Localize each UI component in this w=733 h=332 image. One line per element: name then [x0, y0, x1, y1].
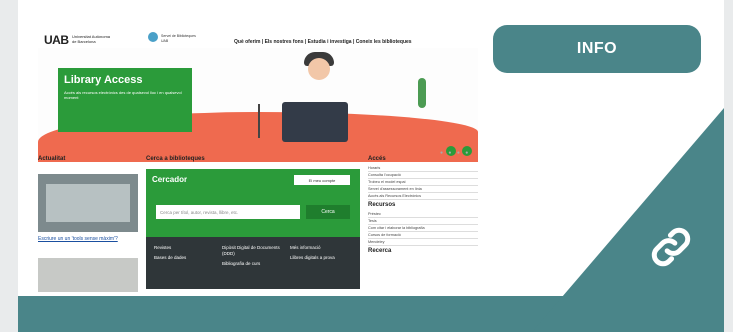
link-llibres-digitals[interactable]: Llibres digitals a prova	[290, 255, 354, 261]
search-links-bar: Revistes Bases de dades Dipòsit Digital …	[146, 237, 360, 289]
laptop-illustration	[282, 102, 348, 142]
search-input[interactable]: Cerca per títol, autor, revista, llibre,…	[156, 205, 300, 219]
corner-decoration	[532, 108, 724, 332]
uab-logo: UAB	[44, 33, 69, 47]
resources-title: Recursos	[368, 202, 396, 208]
hero-text: Accés als recursos electrònics des de qu…	[64, 90, 182, 100]
news-link[interactable]: Escriure un un 'tools sense màxim'?	[38, 236, 138, 242]
resources-item[interactable]: Com citar i elaborar la bibliografia	[368, 225, 478, 232]
link-mes-informacio[interactable]: Més informació	[290, 245, 354, 251]
account-button-label: El meu compte	[308, 177, 336, 183]
plant-illustration	[418, 78, 426, 108]
search-header: Cercador	[152, 175, 188, 184]
account-button[interactable]: El meu compte	[294, 175, 350, 185]
uab-logo-text: Universitat Autònoma de Barcelona	[72, 34, 111, 44]
access-item[interactable]: Trobeu el model espai	[368, 179, 478, 186]
news-title: Actualitat	[38, 156, 66, 162]
link-icon[interactable]	[648, 224, 694, 270]
search-button[interactable]: Cerca	[306, 205, 350, 219]
lamp-illustration	[258, 104, 260, 138]
access-title: Accés	[368, 156, 386, 162]
person-illustration	[308, 58, 330, 80]
news-image-2[interactable]	[38, 258, 138, 292]
access-item[interactable]: Servei d'assessorament en línia	[368, 186, 478, 193]
library-website-screenshot[interactable]: UAB Universitat Autònoma de Barcelona Se…	[38, 26, 478, 292]
library-logo-text: Servei de Biblioteques UAB	[161, 34, 196, 43]
link-revistes[interactable]: Revistes	[154, 245, 218, 251]
link-bases-de-dades[interactable]: Bases de dades	[154, 255, 218, 261]
search-section-title: Cerca a biblioteques	[146, 156, 205, 162]
search-panel: Cercador El meu compte Cerca per títol, …	[146, 169, 360, 289]
info-button[interactable]: INFO	[493, 25, 701, 73]
library-logo-icon	[148, 32, 158, 42]
info-button-label: INFO	[576, 40, 618, 57]
hero-title: Library Access	[64, 74, 143, 86]
access-item[interactable]: Accés als Recursos Electrònics	[368, 193, 478, 200]
research-title: Recerca	[368, 248, 392, 254]
info-card: UAB Universitat Autònoma de Barcelona Se…	[18, 0, 724, 332]
access-item[interactable]: Horaris	[368, 165, 478, 172]
link-bibliografia[interactable]: Bibliografia de curs	[222, 261, 286, 267]
resources-item[interactable]: Tesis	[368, 218, 478, 225]
resources-item[interactable]: Préstec	[368, 211, 478, 218]
news-image-detail	[46, 184, 130, 222]
side-column: Accés Horaris Consulta l'ocupació Trobeu…	[368, 154, 478, 257]
resources-item[interactable]: Cursos de formació	[368, 232, 478, 239]
news-image[interactable]	[38, 174, 138, 232]
resources-item[interactable]: Mendeley	[368, 239, 478, 246]
hero-library-access-box[interactable]: Library Access Accés als recursos electr…	[58, 68, 192, 132]
access-item[interactable]: Consulta l'ocupació	[368, 172, 478, 179]
site-top-nav[interactable]: Què oferim | Els nostres fons | Estudia …	[234, 39, 412, 45]
hero-banner: Library Access Accés als recursos electr…	[38, 48, 478, 162]
link-ddd[interactable]: Dipòsit Digital de Documents (DDD)	[222, 245, 286, 257]
site-header: UAB Universitat Autònoma de Barcelona Se…	[38, 26, 478, 48]
search-button-label: Cerca	[321, 209, 335, 215]
